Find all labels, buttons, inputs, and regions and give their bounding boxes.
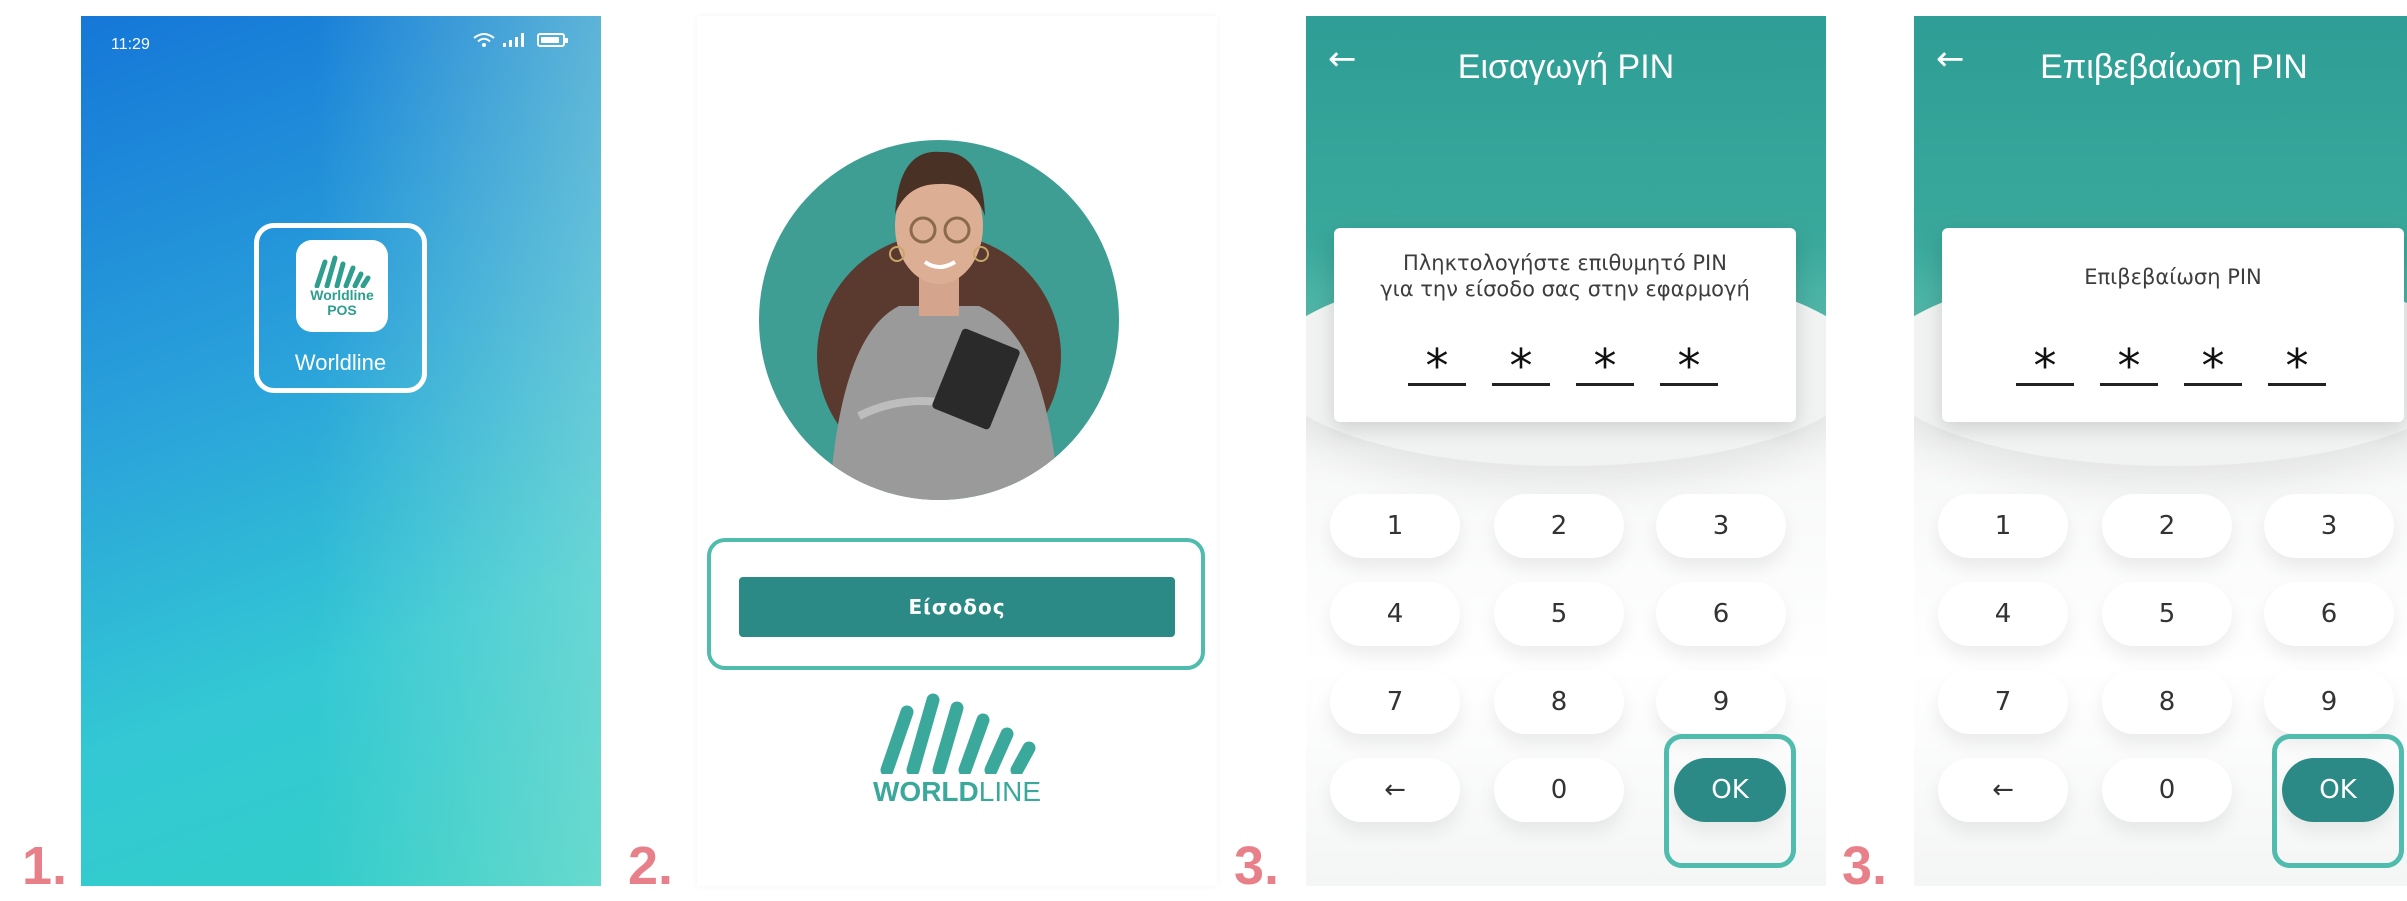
key-1[interactable]: 1 (1330, 494, 1460, 558)
key-3[interactable]: 3 (2264, 494, 2394, 558)
signal-icon (503, 33, 524, 47)
key-3[interactable]: 3 (1656, 494, 1786, 558)
worldline-pos-app-icon[interactable]: Worldline POS (296, 240, 388, 332)
key-5[interactable]: 5 (2102, 582, 2232, 646)
key-8[interactable]: 8 (1494, 670, 1624, 734)
enter-pin-screen: ← Εισαγωγή PIN Πληκτολογήστε επιθυμητό P… (1306, 16, 1826, 886)
key-backspace[interactable]: ← (1330, 758, 1460, 822)
key-9[interactable]: 9 (1656, 670, 1786, 734)
key-9[interactable]: 9 (2264, 670, 2394, 734)
key-2[interactable]: 2 (2102, 494, 2232, 558)
step-number-3b: 3. (1842, 836, 1888, 896)
status-time: 11:29 (111, 36, 150, 53)
battery-icon (537, 33, 568, 47)
step-number-3: 3. (1234, 836, 1280, 896)
pin-entry-card: Πληκτολογήστε επιθυμητό PIN για την είσο… (1334, 228, 1796, 422)
app-icon-text-line1: Worldline (310, 287, 374, 303)
key-backspace[interactable]: ← (1938, 758, 2068, 822)
pin-digit: * (1576, 336, 1634, 393)
pin-digits: * * * * (2016, 336, 2326, 393)
key-8[interactable]: 8 (2102, 670, 2232, 734)
key-6[interactable]: 6 (1656, 582, 1786, 646)
key-7[interactable]: 7 (1938, 670, 2068, 734)
login-button[interactable]: Είσοδος (739, 577, 1175, 637)
pin-digit: * (2268, 336, 2326, 393)
key-0[interactable]: 0 (1494, 758, 1624, 822)
pin-prompt-line1: Πληκτολογήστε επιθυμητό PIN (1403, 251, 1727, 275)
key-2[interactable]: 2 (1494, 494, 1624, 558)
key-4[interactable]: 4 (1330, 582, 1460, 646)
pin-digit: * (1660, 336, 1718, 393)
app-icon-text-line2: POS (327, 302, 357, 318)
wordmark-light: LINE (978, 776, 1041, 807)
key-0[interactable]: 0 (2102, 758, 2232, 822)
login-screen: Είσοδος WORLDLINE (697, 16, 1217, 886)
worldline-logo-icon (314, 255, 371, 288)
step-number-2: 2. (628, 836, 674, 896)
worldline-logo-icon (880, 693, 1036, 774)
key-7[interactable]: 7 (1330, 670, 1460, 734)
status-icons (473, 32, 568, 48)
worldline-wordmark: WORLDLINE (697, 776, 1217, 808)
woman-portrait-image (817, 151, 1061, 500)
key-6[interactable]: 6 (2264, 582, 2394, 646)
pin-digit: * (1492, 336, 1550, 393)
key-1[interactable]: 1 (1938, 494, 2068, 558)
step-number-1: 1. (22, 836, 68, 896)
pin-digit: * (2100, 336, 2158, 393)
pin-entry-card: Επιβεβαίωση PIN * * * * (1942, 228, 2404, 422)
key-5[interactable]: 5 (1494, 582, 1624, 646)
home-screen: 11:29 Worldline POS Worldline (81, 16, 601, 886)
page-title: Εισαγωγή PIN (1457, 48, 1675, 86)
page-title: Επιβεβαίωση PIN (2040, 48, 2308, 86)
pin-digit: * (1408, 336, 1466, 393)
pin-digits: * * * * (1408, 336, 1718, 393)
ok-highlight-frame (2272, 734, 2404, 868)
pin-prompt: Επιβεβαίωση PIN (2084, 265, 2262, 289)
pin-digit: * (2016, 336, 2074, 393)
pin-digit: * (2184, 336, 2242, 393)
app-highlight-frame: Worldline POS Worldline (254, 223, 427, 393)
confirm-pin-screen: ← Επιβεβαίωση PIN Επιβεβαίωση PIN * * * … (1914, 16, 2407, 886)
wordmark-bold: WORLD (872, 776, 979, 807)
key-4[interactable]: 4 (1938, 582, 2068, 646)
pin-prompt-line2: για την είσοδο σας στην εφαρμογή (1380, 277, 1750, 301)
wifi-icon (473, 33, 495, 47)
app-label: Worldline (294, 350, 387, 375)
ok-highlight-frame (1664, 734, 1796, 868)
